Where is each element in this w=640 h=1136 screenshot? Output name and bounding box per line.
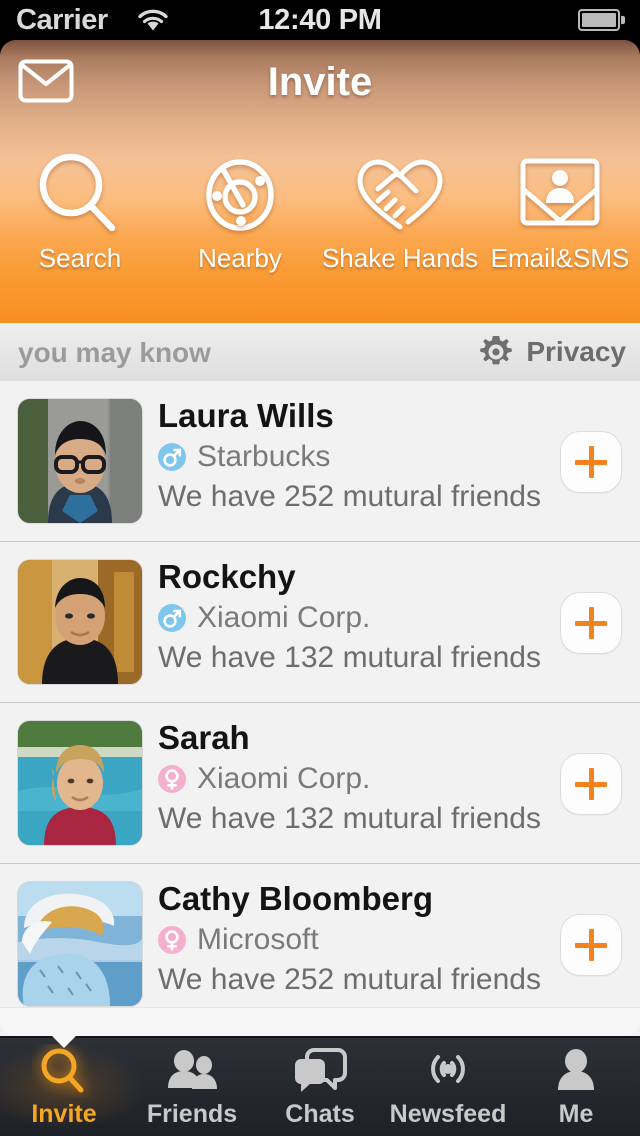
add-friend-button[interactable] [560, 753, 622, 815]
person-info: Laura Wills Starbucks We have 252 mutura… [158, 395, 541, 517]
list-item[interactable]: Laura Wills Starbucks We have 252 mutura… [0, 381, 640, 542]
person-org-line: Xiaomi Corp. [158, 598, 530, 638]
quick-action-label: Search [38, 243, 122, 273]
privacy-button[interactable]: Privacy [476, 332, 626, 372]
person-info: Cathy Bloomberg Microsoft We have 252 mu… [158, 878, 541, 1000]
tab-newsfeed[interactable]: Newsfeed [384, 1036, 512, 1136]
radar-icon [206, 159, 274, 231]
person-org: Xiaomi Corp. [197, 762, 371, 795]
tab-label: Chats [285, 1099, 355, 1128]
quick-action-email-sms[interactable]: Email&SMS [480, 145, 640, 305]
person-icon [558, 1048, 594, 1090]
person-org-line: Xiaomi Corp. [158, 759, 530, 799]
quick-action-label: Email&SMS [490, 243, 630, 273]
tab-invite[interactable]: Invite [0, 1035, 128, 1136]
tab-label: Newsfeed [389, 1099, 507, 1128]
person-name: Sarah [158, 719, 250, 756]
tab-label: Me [558, 1099, 594, 1128]
quick-action-shake-hands[interactable]: Shake Hands [320, 145, 480, 305]
person-org: Microsoft [197, 923, 319, 956]
privacy-label: Privacy [526, 336, 626, 367]
quick-action-label: Shake Hands [321, 243, 479, 273]
magnifier-icon [41, 1048, 84, 1092]
tab-me[interactable]: Me [512, 1036, 640, 1136]
person-mutual: We have 252 mutural friends [158, 480, 541, 513]
handshake-heart-icon [357, 159, 443, 230]
invite-header: Invite Search Nearby Shake Hands Email&S… [0, 40, 640, 323]
section-header: you may know Privacy [0, 323, 640, 382]
person-info: Rockchy Xiaomi Corp. We have 132 mutural… [158, 556, 541, 678]
tab-label: Friends [146, 1099, 238, 1128]
two-people-icon [168, 1049, 217, 1089]
person-name: Laura Wills [158, 397, 334, 434]
tab-label: Invite [31, 1099, 97, 1128]
tab-friends[interactable]: Friends [128, 1036, 256, 1136]
active-tab-pointer [51, 1035, 77, 1048]
person-info: Sarah Xiaomi Corp. We have 132 mutural f… [158, 717, 541, 839]
person-org-line: Starbucks [158, 437, 530, 477]
quick-action-nearby[interactable]: Nearby [160, 145, 320, 305]
people-list[interactable]: Laura Wills Starbucks We have 252 mutura… [0, 381, 640, 1036]
gear-icon [480, 336, 513, 365]
person-org: Starbucks [197, 440, 331, 473]
list-bottom-edge [0, 1008, 640, 1036]
page-title: Invite [267, 60, 373, 104]
app-screen: Carrier 12:40 PM Invite Search Nearby Sh… [0, 0, 640, 1136]
person-org-line: Microsoft [158, 920, 530, 960]
gender-female-icon [158, 926, 186, 954]
quick-action-label: Nearby [198, 243, 282, 273]
person-org: Xiaomi Corp. [197, 601, 371, 634]
add-friend-button[interactable] [560, 592, 622, 654]
add-friend-button[interactable] [560, 914, 622, 976]
chat-bubbles-icon [295, 1047, 347, 1092]
avatar [18, 882, 142, 1006]
person-mutual: We have 132 mutural friends [158, 641, 541, 674]
tab-chats[interactable]: Chats [256, 1036, 384, 1136]
battery-icon [578, 9, 626, 31]
envelope-person-icon [520, 158, 600, 226]
tab-bar: Invite Friends Chats Newsfeed Me [0, 1035, 640, 1136]
section-title: you may know [18, 337, 211, 368]
person-mutual: We have 252 mutural friends [158, 963, 541, 996]
gender-male-icon [158, 604, 186, 632]
gender-male-icon [158, 443, 186, 471]
person-mutual: We have 132 mutural friends [158, 802, 541, 835]
broadcast-icon [431, 1054, 465, 1083]
clock-label: 12:40 PM [258, 4, 382, 36]
avatar [18, 560, 142, 684]
person-name: Cathy Bloomberg [158, 880, 434, 917]
quick-action-row: Search Nearby Shake Hands Email&SMS [0, 145, 640, 305]
person-name: Rockchy [158, 558, 296, 595]
add-friend-button[interactable] [560, 431, 622, 493]
quick-action-search[interactable]: Search [0, 145, 160, 305]
list-item[interactable]: Cathy Bloomberg Microsoft We have 252 mu… [0, 864, 640, 1024]
gender-female-icon [158, 765, 186, 793]
list-item[interactable]: Rockchy Xiaomi Corp. We have 132 mutural… [0, 542, 640, 703]
list-item[interactable]: Sarah Xiaomi Corp. We have 132 mutural f… [0, 703, 640, 864]
status-bar: Carrier 12:40 PM [0, 0, 640, 40]
avatar [18, 721, 142, 845]
avatar [18, 399, 142, 523]
magnifier-icon [39, 153, 116, 232]
